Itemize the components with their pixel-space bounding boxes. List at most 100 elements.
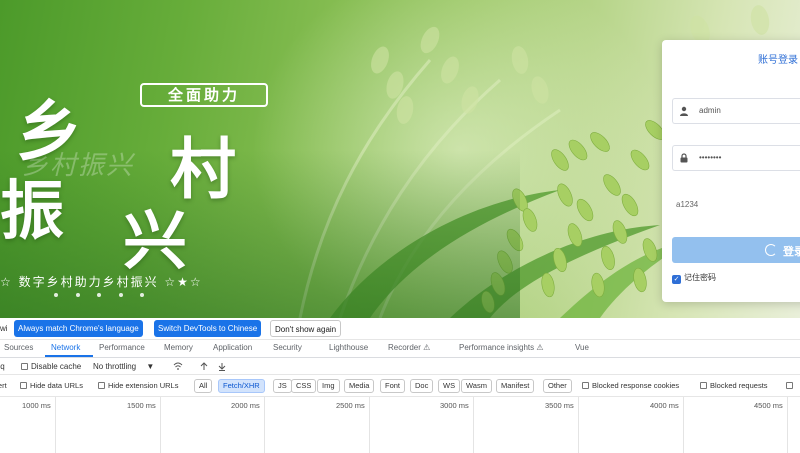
filter-css[interactable]: CSS <box>291 379 317 393</box>
filter-manifest[interactable]: Manifest <box>496 379 535 393</box>
export-har-icon[interactable] <box>218 362 226 373</box>
tab-recorder[interactable]: Recorder ⚠ <box>388 343 430 352</box>
hide-extension-urls-label: Hide extension URLs <box>108 381 179 390</box>
login-card: 账号登录 admin •••••••• a1234 登录 ✓ 记住密码 <box>662 40 800 302</box>
checkbox-icon <box>786 382 793 389</box>
filter-js[interactable]: JS <box>273 379 292 393</box>
screen: 全面助力 乡村振兴 乡 村 振 兴 ☆ 数字乡村助力乡村振兴 ☆★☆ 账号登录 … <box>0 0 800 453</box>
tab-vue[interactable]: Vue <box>575 343 589 352</box>
filter-wasm[interactable]: Wasm <box>461 379 492 393</box>
timeline-gridline <box>160 397 161 453</box>
slogan-char-xing: 兴 <box>123 204 187 279</box>
invert-label-fragment: nvert <box>0 381 7 390</box>
timeline-tick-label: 2000 ms <box>231 401 260 410</box>
checkbox-icon <box>21 363 28 370</box>
tab-memory[interactable]: Memory <box>164 343 193 352</box>
timeline-tick-label: 4500 ms <box>754 401 783 410</box>
network-overview-timeline[interactable]: 1000 ms 1500 ms 2000 ms 2500 ms 3000 ms … <box>0 397 800 453</box>
filter-ws[interactable]: WS <box>438 379 461 393</box>
blocked-cookies-label: Blocked response cookies <box>592 381 680 390</box>
filter-media[interactable]: Media <box>344 379 375 393</box>
lock-icon <box>679 153 689 163</box>
checkbox-icon <box>98 382 105 389</box>
checkbox-checked-icon[interactable]: ✓ <box>672 275 681 284</box>
timeline-tick-label: 2500 ms <box>336 401 365 410</box>
disable-cache-checkbox[interactable]: Disable cache <box>21 362 81 371</box>
chevron-down-icon: ▼ <box>146 362 155 371</box>
timeline-gridline <box>787 397 788 453</box>
dont-show-again-button[interactable]: Don't show again <box>270 320 342 337</box>
remember-me-label: 记住密码 <box>684 273 716 282</box>
timeline-gridline <box>578 397 579 453</box>
carousel-dot[interactable] <box>97 293 101 297</box>
slogan-badge: 全面助力 <box>140 83 268 107</box>
hide-extension-urls-checkbox[interactable]: Hide extension URLs <box>98 381 178 390</box>
timeline-tick-label: 1000 ms <box>22 401 51 410</box>
checkbox-icon <box>20 382 27 389</box>
tab-lighthouse[interactable]: Lighthouse <box>329 343 368 352</box>
login-title[interactable]: 账号登录 <box>758 51 798 66</box>
timeline-gridline <box>264 397 265 453</box>
password-field[interactable]: •••••••• <box>672 145 800 171</box>
third-party-checkbox[interactable] <box>786 381 796 390</box>
captcha-value: a1234 <box>676 200 699 209</box>
import-har-icon[interactable] <box>200 362 208 373</box>
always-match-language-button[interactable]: Always match Chrome's language <box>14 320 143 337</box>
user-icon <box>679 106 689 116</box>
filter-fetch-xhr[interactable]: Fetch/XHR <box>218 379 265 393</box>
filter-doc[interactable]: Doc <box>410 379 434 393</box>
remember-me[interactable]: ✓ 记住密码 <box>672 272 716 284</box>
carousel-dot[interactable] <box>54 293 58 297</box>
network-conditions-icon[interactable] <box>173 362 183 372</box>
tab-network[interactable]: Network <box>51 343 80 352</box>
filter-all[interactable]: All <box>194 379 213 393</box>
tab-application[interactable]: Application <box>213 343 252 352</box>
filter-font[interactable]: Font <box>380 379 406 393</box>
username-field[interactable]: admin <box>672 98 800 124</box>
login-button[interactable]: 登录 <box>672 237 800 263</box>
tab-security[interactable]: Security <box>273 343 302 352</box>
active-tab-indicator <box>45 355 93 357</box>
timeline-tick-label: 3500 ms <box>545 401 574 410</box>
filter-other[interactable]: Other <box>543 379 572 393</box>
carousel-dot[interactable] <box>140 293 144 297</box>
disable-cache-label: Disable cache <box>31 362 82 371</box>
infobar-left-fragment: wi <box>0 324 8 333</box>
login-button-label: 登录 <box>783 246 800 258</box>
timeline-tick-label: 1500 ms <box>127 401 156 410</box>
carousel-dots <box>54 293 144 297</box>
throttling-value: No throttling <box>93 362 137 371</box>
throttling-select[interactable]: No throttling ▼ <box>93 362 154 371</box>
carousel-dot[interactable] <box>118 293 123 297</box>
timeline-gridline <box>683 397 684 453</box>
timeline-tick-label: 3000 ms <box>440 401 469 410</box>
tab-performance-insights[interactable]: Performance insights ⚠ <box>459 343 544 352</box>
blocked-requests-checkbox[interactable]: Blocked requests <box>700 381 768 390</box>
hide-data-urls-label: Hide data URLs <box>30 381 83 390</box>
password-value: •••••••• <box>699 153 722 162</box>
hide-data-urls-checkbox[interactable]: Hide data URLs <box>20 381 83 390</box>
checkbox-icon <box>700 382 707 389</box>
slogan-char-zhen: 振 <box>0 174 64 249</box>
banner-tagline: ☆ 数字乡村助力乡村振兴 ☆★☆ <box>0 275 203 289</box>
checkbox-icon <box>582 382 589 389</box>
username-value: admin <box>699 106 721 115</box>
language-infobar: wi Always match Chrome's language Switch… <box>0 318 800 340</box>
carousel-dot[interactable] <box>75 293 80 297</box>
blocked-cookies-checkbox[interactable]: Blocked response cookies <box>582 381 679 390</box>
tab-performance[interactable]: Performance <box>99 343 145 352</box>
switch-to-chinese-button[interactable]: Switch DevTools to Chinese <box>154 320 262 337</box>
network-filterbar: nvert Hide data URLs Hide extension URLs… <box>0 375 800 397</box>
blocked-requests-label: Blocked requests <box>710 381 768 390</box>
loading-spinner-icon <box>765 244 777 256</box>
devtools-panel: wi Always match Chrome's language Switch… <box>0 318 800 453</box>
timeline-gridline <box>55 397 56 453</box>
tab-sources[interactable]: Sources <box>4 343 33 352</box>
timeline-gridline <box>473 397 474 453</box>
filter-img[interactable]: Img <box>317 379 340 393</box>
timeline-tick-label: 4000 ms <box>650 401 679 410</box>
devtools-tabbar: Sources Network Performance Memory Appli… <box>0 340 800 358</box>
toolbar-left-fragment: Iq <box>0 362 5 371</box>
timeline-gridline <box>369 397 370 453</box>
network-toolbar: Iq Disable cache No throttling ▼ <box>0 358 800 375</box>
